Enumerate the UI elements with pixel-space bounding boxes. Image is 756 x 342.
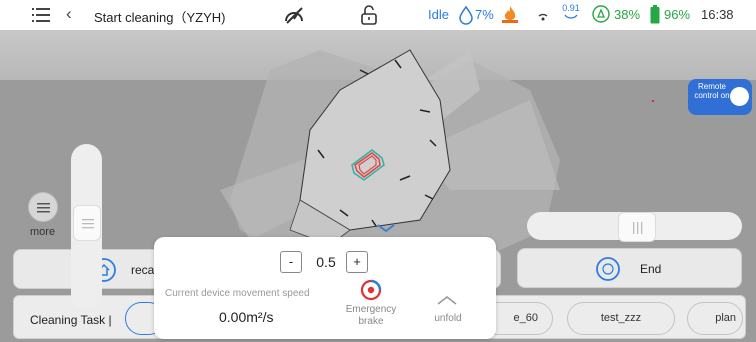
speedometer-off-icon[interactable] — [283, 5, 305, 25]
remote-control-label: Remote control on — [694, 82, 730, 100]
battery-level: 96% — [664, 7, 691, 22]
end-label: End — [640, 262, 662, 276]
clock: 16:38 — [701, 7, 734, 22]
task-chip[interactable]: plan — [687, 302, 743, 335]
signal-icon: 0.91 — [561, 3, 581, 25]
grip-icon — [82, 219, 94, 229]
map-marker — [652, 100, 654, 102]
recycle-icon — [592, 5, 610, 23]
grip-icon — [633, 222, 643, 234]
menu-lines-icon — [37, 203, 50, 213]
water-level: 7% — [475, 7, 494, 22]
signal-value: 0.91 — [562, 3, 580, 13]
vertical-slider-handle[interactable] — [73, 205, 101, 241]
recall-label: reca — [131, 263, 155, 277]
toggle-knob — [730, 87, 749, 106]
task-chip[interactable]: test_zzz — [567, 302, 675, 335]
more-button[interactable] — [28, 192, 58, 222]
speed-setting-value: 0.5 — [316, 254, 336, 270]
back-icon[interactable]: ‹ — [66, 4, 72, 24]
remote-control-toggle[interactable]: Remote control on — [688, 79, 752, 115]
status-text: Idle — [428, 7, 449, 22]
recycle-level: 38% — [614, 7, 641, 22]
page-title: Start cleaning（YZYH) — [94, 10, 226, 25]
cleaning-task-title: Cleaning Task | — [30, 313, 112, 327]
horizontal-slider-handle[interactable] — [618, 212, 656, 242]
fire-icon — [502, 6, 518, 23]
speed-decrease-button[interactable]: - — [280, 251, 302, 273]
current-speed-value: 0.00m²/s — [219, 309, 274, 325]
stop-icon — [596, 257, 620, 281]
end-button[interactable]: End — [517, 248, 742, 288]
emergency-brake-icon[interactable] — [360, 279, 382, 301]
water-drop-icon — [459, 5, 473, 25]
menu-icon[interactable] — [32, 6, 50, 24]
more-label: more — [30, 226, 56, 238]
speed-increase-button[interactable]: + — [346, 251, 368, 273]
unfold-label[interactable]: unfold — [428, 313, 468, 324]
battery-icon — [650, 5, 660, 24]
signal-arc-icon — [564, 14, 578, 19]
speed-caption: Current device movement speed — [165, 288, 310, 299]
top-bar: ‹ Start cleaning（YZYH) Idle 7% 0.91 38% … — [0, 0, 756, 30]
wifi-icon — [538, 13, 548, 21]
chevron-up-icon[interactable] — [436, 294, 458, 306]
emergency-brake-label[interactable]: Emergency brake — [338, 304, 404, 328]
unlock-icon[interactable] — [360, 5, 378, 25]
